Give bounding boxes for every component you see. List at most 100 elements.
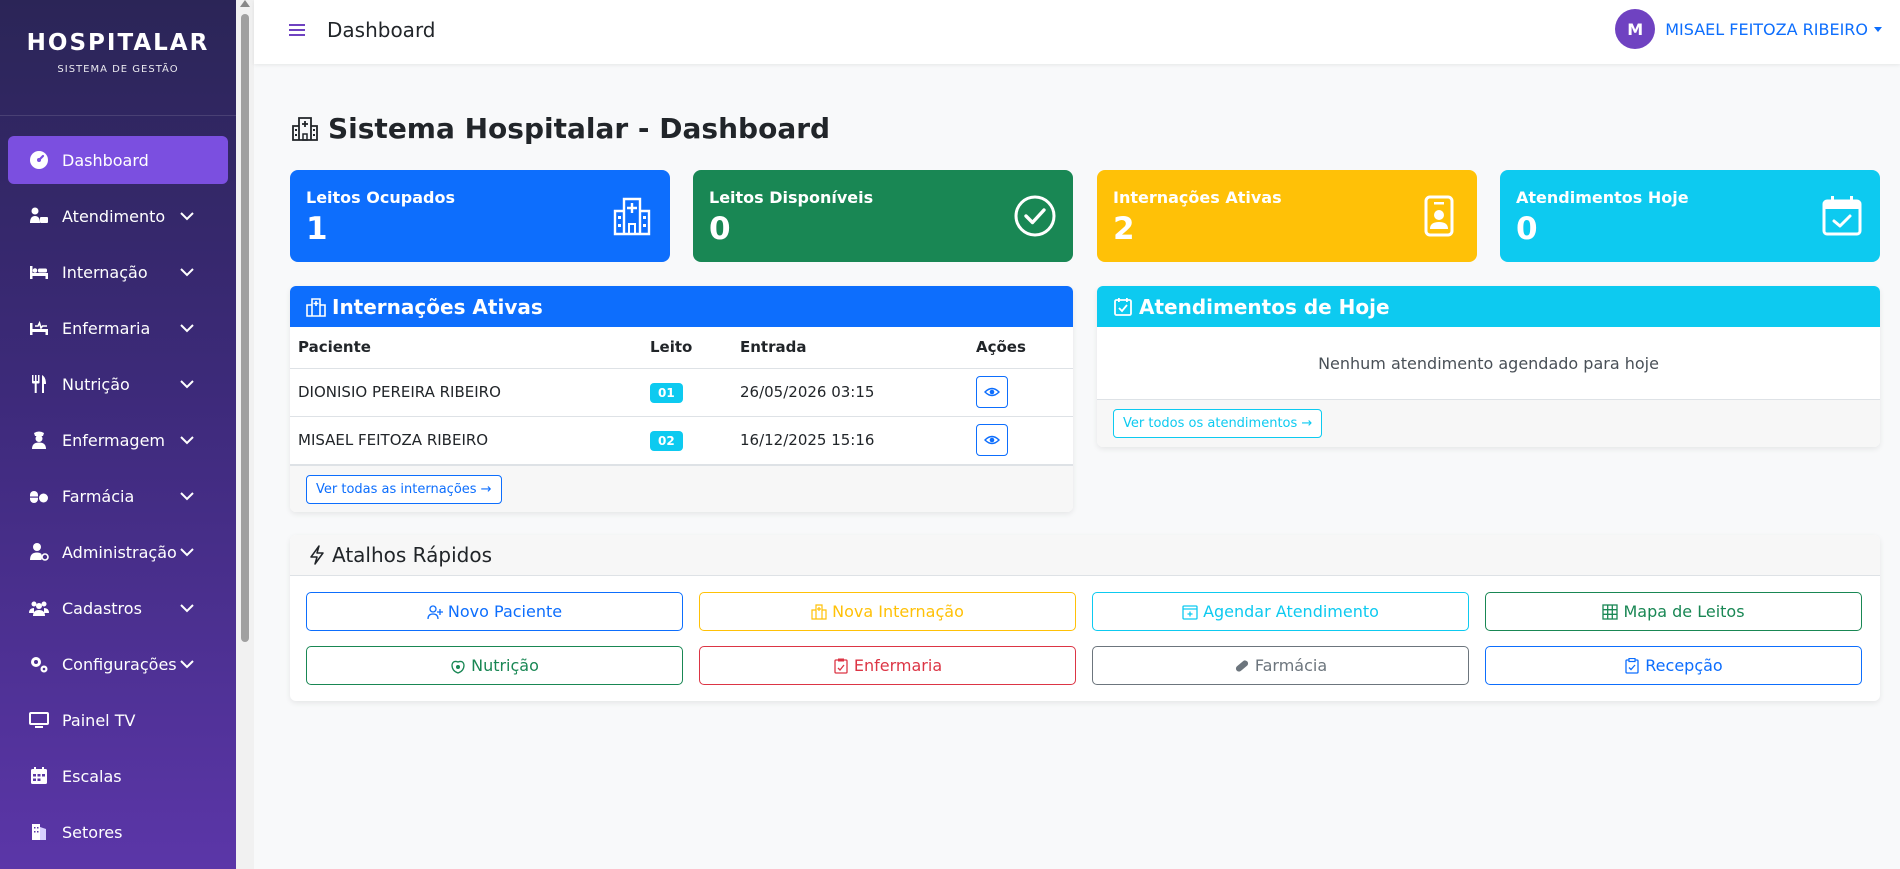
sidebar-scrollbar[interactable] — [236, 0, 254, 869]
topbar-title: Dashboard — [327, 18, 436, 42]
chevron-down-icon — [180, 604, 194, 613]
calendar-plus-icon — [1182, 604, 1198, 620]
chevron-down-icon — [180, 324, 194, 333]
sidebar-item-label: Nutrição — [62, 374, 130, 394]
table-row: DIONISIO PEREIRA RIBEIRO 01 26/05/2026 0… — [290, 368, 1073, 417]
bed-pulse-icon — [28, 317, 50, 339]
sidebar-item-painel-tv[interactable]: Painel TV — [8, 696, 228, 744]
cell-entrada: 26/05/2026 03:15 — [732, 368, 968, 417]
button-label: Novo Paciente — [447, 602, 563, 621]
chevron-down-icon — [180, 548, 194, 557]
scrollbar-thumb[interactable] — [241, 14, 249, 642]
column-header-entrada: Entrada — [732, 327, 968, 369]
empty-state-message: Nenhum atendimento agendado para hoje — [1318, 353, 1659, 373]
sidebar-item-enfermaria[interactable]: Enfermaria — [8, 304, 228, 352]
user-name: MISAEL FEITOZA RIBEIRO — [1665, 19, 1868, 39]
mapa-de-leitos-button[interactable]: Mapa de Leitos — [1485, 592, 1862, 631]
nova-internacao-button[interactable]: Nova Internação — [699, 592, 1076, 631]
stat-value: 2 — [1113, 211, 1135, 247]
scroll-up-arrow-icon[interactable] — [240, 0, 250, 7]
hospital-icon — [610, 194, 654, 238]
panel-footer: Ver todos os atendimentos → — [1097, 399, 1880, 447]
column-header-leito: Leito — [642, 327, 732, 369]
button-label: Agendar Atendimento — [1203, 602, 1379, 621]
sidebar-item-label: Internação — [62, 262, 148, 282]
sidebar-item-label: Enfermagem — [62, 430, 165, 450]
stat-card-leitos-ocupados: Leitos Ocupados 1 — [290, 170, 670, 262]
leito-badge: 02 — [650, 431, 683, 451]
user-desk-icon — [28, 205, 50, 227]
hospital-icon — [811, 603, 827, 620]
page-title-text: Sistema Hospitalar - Dashboard — [328, 112, 831, 145]
sidebar-item-label: Painel TV — [62, 710, 136, 730]
sidebar-item-escalas[interactable]: Escalas — [8, 752, 228, 800]
internacoes-table: Paciente Leito Entrada Ações DIONISIO PE… — [290, 327, 1073, 465]
nutricao-button[interactable]: Nutrição — [306, 646, 683, 685]
ver-todos-atendimentos-button[interactable]: Ver todos os atendimentos → — [1113, 409, 1323, 438]
sidebar-item-dashboard[interactable]: Dashboard — [8, 136, 228, 184]
utensils-icon — [28, 373, 50, 395]
apple-icon — [451, 660, 465, 674]
button-label: Mapa de Leitos — [1623, 602, 1745, 621]
nurse-icon — [28, 429, 50, 451]
gauge-icon — [28, 149, 50, 171]
sidebar-item-farmacia[interactable]: Farmácia — [8, 472, 228, 520]
atalhos-rapidos-panel: Atalhos Rápidos Novo Paciente Nova Inter… — [290, 535, 1880, 701]
hospital-icon — [306, 297, 326, 317]
cell-acoes — [968, 368, 1073, 417]
calendar-check-icon — [1114, 297, 1132, 316]
leito-badge: 01 — [650, 383, 683, 403]
caret-down-icon — [1874, 26, 1882, 32]
view-button[interactable] — [976, 376, 1008, 408]
sidebar-item-label: Escalas — [62, 766, 122, 786]
brand: HOSPITALAR SISTEMA DE GESTÃO — [0, 0, 236, 116]
brand-subtitle: SISTEMA DE GESTÃO — [57, 64, 179, 75]
atendimentos-hoje-panel: Atendimentos de Hoje Nenhum atendimento … — [1097, 286, 1880, 447]
building-icon — [28, 821, 50, 843]
sidebar-item-label: Atendimento — [62, 206, 166, 226]
cell-paciente: DIONISIO PEREIRA RIBEIRO — [290, 368, 642, 417]
stat-label: Internações Ativas — [1113, 188, 1282, 207]
panel-header: Atalhos Rápidos — [290, 535, 1880, 576]
farmacia-button[interactable]: Farmácia — [1092, 646, 1469, 685]
panel-footer: Ver todas as internações → — [290, 464, 1073, 512]
internacoes-ativas-panel: Internações Ativas Paciente Leito Entrad… — [290, 286, 1073, 512]
id-badge-icon — [1417, 194, 1461, 238]
check-circle-icon — [1013, 194, 1057, 238]
novo-paciente-button[interactable]: Novo Paciente — [306, 592, 683, 631]
recepcao-button[interactable]: Recepção — [1485, 646, 1862, 685]
sidebar-item-configuracoes[interactable]: Configurações — [8, 640, 228, 688]
button-label: Farmácia — [1254, 656, 1328, 675]
chevron-down-icon — [180, 660, 194, 669]
sidebar-item-label: Administração — [62, 542, 177, 562]
stat-card-internacoes-ativas: Internações Ativas 2 — [1097, 170, 1477, 262]
chevron-down-icon — [180, 436, 194, 445]
view-button[interactable] — [976, 424, 1008, 456]
sidebar-item-setores[interactable]: Setores — [8, 808, 228, 856]
page-title: Sistema Hospitalar - Dashboard — [290, 112, 830, 145]
chevron-down-icon — [180, 268, 194, 277]
pills-icon — [28, 485, 50, 507]
sidebar-item-administracao[interactable]: Administração — [8, 528, 228, 576]
sidebar-item-nutricao[interactable]: Nutrição — [8, 360, 228, 408]
agendar-atendimento-button[interactable]: Agendar Atendimento — [1092, 592, 1469, 631]
hamburger-menu-icon[interactable] — [288, 21, 306, 39]
panel-title: Atendimentos de Hoje — [1139, 294, 1390, 319]
stat-label: Atendimentos Hoje — [1516, 188, 1689, 207]
sidebar-item-enfermagem[interactable]: Enfermagem — [8, 416, 228, 464]
sidebar-item-internacao[interactable]: Internação — [8, 248, 228, 296]
cell-paciente: MISAEL FEITOZA RIBEIRO — [290, 416, 642, 465]
button-label: Nutrição — [471, 656, 539, 675]
lightning-icon — [310, 545, 324, 565]
stat-value: 0 — [709, 211, 731, 247]
capsule-icon — [1235, 659, 1248, 672]
sidebar-item-cadastros[interactable]: Cadastros — [8, 584, 228, 632]
user-menu[interactable]: M MISAEL FEITOZA RIBEIRO — [1615, 9, 1882, 49]
cell-acoes — [968, 416, 1073, 465]
sidebar-item-atendimento[interactable]: Atendimento — [8, 192, 228, 240]
stat-value: 1 — [306, 211, 328, 247]
enfermaria-button[interactable]: Enfermaria — [699, 646, 1076, 685]
sidebar-item-label: Cadastros — [62, 598, 142, 618]
clipboard-pulse-icon — [834, 658, 848, 674]
ver-todas-internacoes-button[interactable]: Ver todas as internações → — [306, 474, 502, 504]
